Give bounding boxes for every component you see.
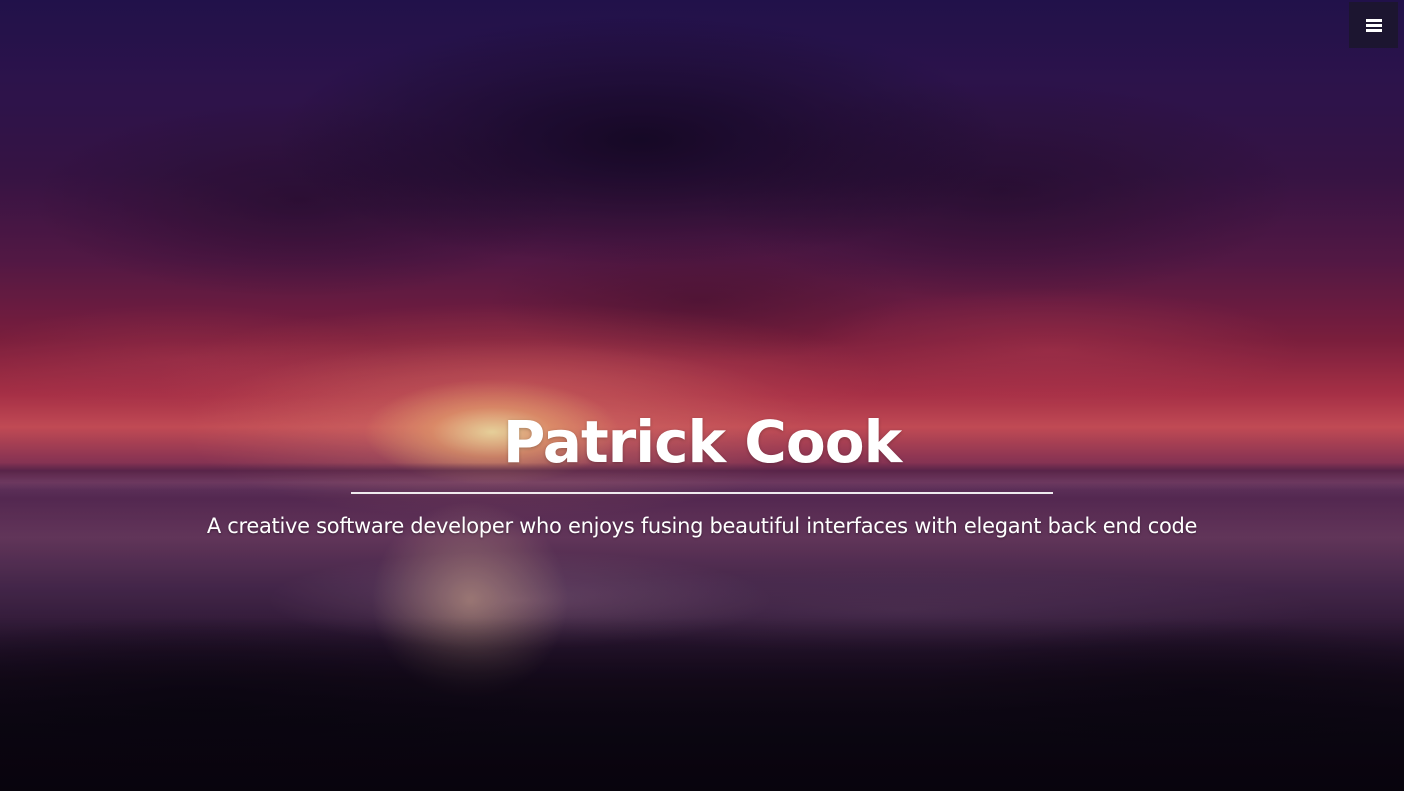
hero-background-ground xyxy=(0,0,1404,791)
hero-content: Patrick Cook A creative software develop… xyxy=(0,404,1404,542)
hero-background-reflection xyxy=(0,0,1404,791)
title-divider xyxy=(351,492,1053,494)
hero-tagline: A creative software developer who enjoys… xyxy=(206,514,1198,538)
hero-background-image xyxy=(0,0,1404,791)
hero-background-horizon xyxy=(0,0,1404,791)
hamburger-menu-icon xyxy=(1365,18,1382,32)
page-title: Patrick Cook xyxy=(502,408,902,476)
hero-background-sun xyxy=(0,0,1404,791)
hero-background-cloud-glow xyxy=(0,0,1404,791)
hero-background-clouds xyxy=(0,0,1404,791)
menu-toggle-button[interactable] xyxy=(1349,2,1398,48)
hero-section: Patrick Cook A creative software develop… xyxy=(0,0,1404,791)
hero-overlay xyxy=(0,0,1404,791)
